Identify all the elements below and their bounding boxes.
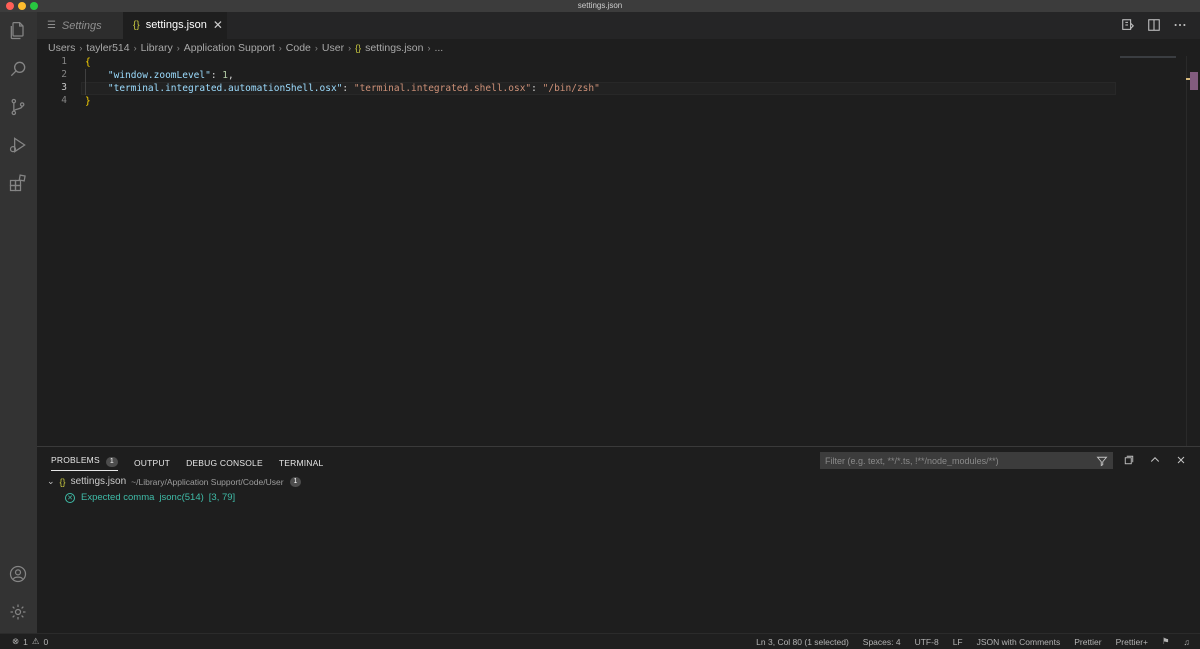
breadcrumb-item[interactable]: Users	[48, 42, 75, 54]
chevron-right-icon: ›	[79, 42, 83, 53]
tab-label: Settings	[61, 19, 102, 32]
cursor-position[interactable]: Ln 3, Col 80 (1 selected)	[756, 637, 849, 647]
indentation[interactable]: Spaces: 4	[863, 637, 901, 647]
line-number: 1	[61, 56, 67, 67]
feedback-icon[interactable]: ⚑	[1162, 636, 1170, 647]
error-count: 1	[23, 636, 28, 647]
extensions-icon[interactable]	[6, 171, 30, 195]
encoding[interactable]: UTF-8	[915, 637, 939, 647]
settings-gear-icon[interactable]	[6, 600, 30, 624]
code-editor[interactable]: 1 2 3 4 { "window.zoomLevel": 1, "termin…	[37, 56, 1200, 446]
prettier-status[interactable]: Prettier	[1074, 637, 1101, 647]
breadcrumb-item[interactable]: Code	[286, 42, 311, 54]
problem-file-row[interactable]: ⌄ {} settings.json ~/Library/Application…	[47, 476, 302, 487]
chevron-right-icon: ›	[348, 42, 352, 53]
more-actions-icon[interactable]	[1172, 17, 1188, 33]
code-line: "window.zoomLevel": 1,	[107, 70, 234, 81]
breadcrumb-item[interactable]: ...	[434, 42, 443, 54]
code-line: {	[85, 57, 91, 68]
tab-label: PROBLEMS	[51, 455, 100, 465]
problem-file-path: ~/Library/Application Support/Code/User	[131, 476, 284, 487]
line-number: 4	[61, 95, 67, 106]
explorer-icon[interactable]	[6, 19, 30, 43]
cursor-marker	[1186, 78, 1190, 80]
json-braces-icon: {}	[355, 42, 362, 53]
problems-count-badge: 1	[105, 457, 118, 467]
chevron-right-icon: ›	[427, 42, 431, 53]
accounts-icon[interactable]	[6, 562, 30, 586]
breadcrumb: Users › tayler514 › Library › Applicatio…	[37, 39, 1200, 56]
chevron-right-icon: ›	[314, 42, 318, 53]
settings-list-icon: ☰	[47, 20, 56, 31]
notifications-icon[interactable]: ♫	[1184, 637, 1190, 647]
tab-settings[interactable]: ☰ Settings	[37, 12, 123, 39]
chevron-right-icon: ›	[278, 42, 282, 53]
end-of-line[interactable]: LF	[953, 637, 963, 647]
language-mode[interactable]: JSON with Comments	[977, 637, 1061, 647]
tab-bar: ☰ Settings {} settings.json ✕	[37, 12, 1200, 39]
error-marker	[1190, 72, 1198, 90]
code-line: }	[85, 96, 91, 107]
breadcrumb-item[interactable]: settings.json	[365, 42, 423, 54]
error-icon: ⊗	[12, 636, 20, 646]
chevron-right-icon: ›	[176, 42, 180, 53]
breadcrumb-item[interactable]: tayler514	[86, 42, 129, 54]
filter-input[interactable]	[825, 455, 1085, 466]
search-icon[interactable]	[6, 57, 30, 81]
json-braces-icon: {}	[59, 476, 66, 487]
status-bar: ⊗ 1 ⚠ 0 Ln 3, Col 80 (1 selected) Spaces…	[0, 633, 1200, 649]
title-bar: settings.json	[0, 0, 1200, 12]
breadcrumb-item[interactable]: Library	[141, 42, 173, 54]
json-key: "terminal.integrated.automationShell.osx…	[107, 83, 343, 94]
chevron-down-icon[interactable]: ⌄	[47, 476, 55, 487]
json-braces-icon: {}	[133, 19, 140, 31]
code-line: "terminal.integrated.automationShell.osx…	[107, 83, 600, 94]
tab-terminal[interactable]: TERMINAL	[279, 458, 324, 468]
minimap[interactable]	[1120, 56, 1176, 58]
tab-label: settings.json	[145, 19, 207, 31]
vertical-scrollbar[interactable]	[1186, 56, 1200, 446]
run-debug-icon[interactable]	[6, 133, 30, 157]
breadcrumb-item[interactable]: Application Support	[184, 42, 275, 54]
problems-filter[interactable]	[820, 452, 1113, 469]
json-key: "window.zoomLevel"	[107, 70, 211, 81]
breadcrumb-item[interactable]: User	[322, 42, 344, 54]
problem-source: jsonc(514)	[159, 492, 204, 503]
problems-status[interactable]: ⊗ 1 ⚠ 0	[12, 636, 48, 647]
bottom-panel: PROBLEMS 1 OUTPUT DEBUG CONSOLE TERMINAL …	[37, 446, 1200, 633]
tab-problems[interactable]: PROBLEMS 1	[51, 455, 118, 471]
collapse-all-icon[interactable]	[1122, 453, 1136, 467]
tab-debug-console[interactable]: DEBUG CONSOLE	[186, 458, 263, 468]
json-string: "/bin/zsh"	[542, 83, 600, 94]
activity-bar	[0, 12, 37, 633]
problem-message: Expected comma	[81, 492, 155, 503]
tab-output[interactable]: OUTPUT	[134, 458, 170, 468]
problem-item[interactable]: ✕ Expected comma jsonc(514) [3, 79]	[65, 492, 235, 503]
chevron-right-icon: ›	[133, 42, 137, 53]
split-editor-icon[interactable]	[1146, 17, 1162, 33]
line-number: 3	[61, 82, 67, 93]
prettier-plus-status[interactable]: Prettier+	[1116, 637, 1148, 647]
open-settings-ui-icon[interactable]	[1120, 17, 1136, 33]
maximize-panel-icon[interactable]	[1148, 453, 1162, 467]
source-control-icon[interactable]	[6, 95, 30, 119]
json-string: "terminal.integrated.shell.osx"	[353, 83, 532, 94]
close-panel-icon[interactable]	[1174, 453, 1188, 467]
tab-settings-json[interactable]: {} settings.json ✕	[123, 12, 227, 39]
window-title: settings.json	[577, 1, 623, 10]
warning-count: 0	[43, 636, 49, 647]
filter-icon[interactable]	[1096, 455, 1108, 467]
error-icon: ✕	[65, 492, 75, 503]
problem-location: [3, 79]	[208, 492, 236, 503]
problem-file-name: settings.json	[70, 476, 127, 487]
line-number: 2	[61, 69, 67, 80]
close-icon[interactable]: ✕	[213, 18, 223, 32]
warning-icon: ⚠	[31, 636, 40, 646]
problem-file-count: 1	[289, 476, 302, 487]
